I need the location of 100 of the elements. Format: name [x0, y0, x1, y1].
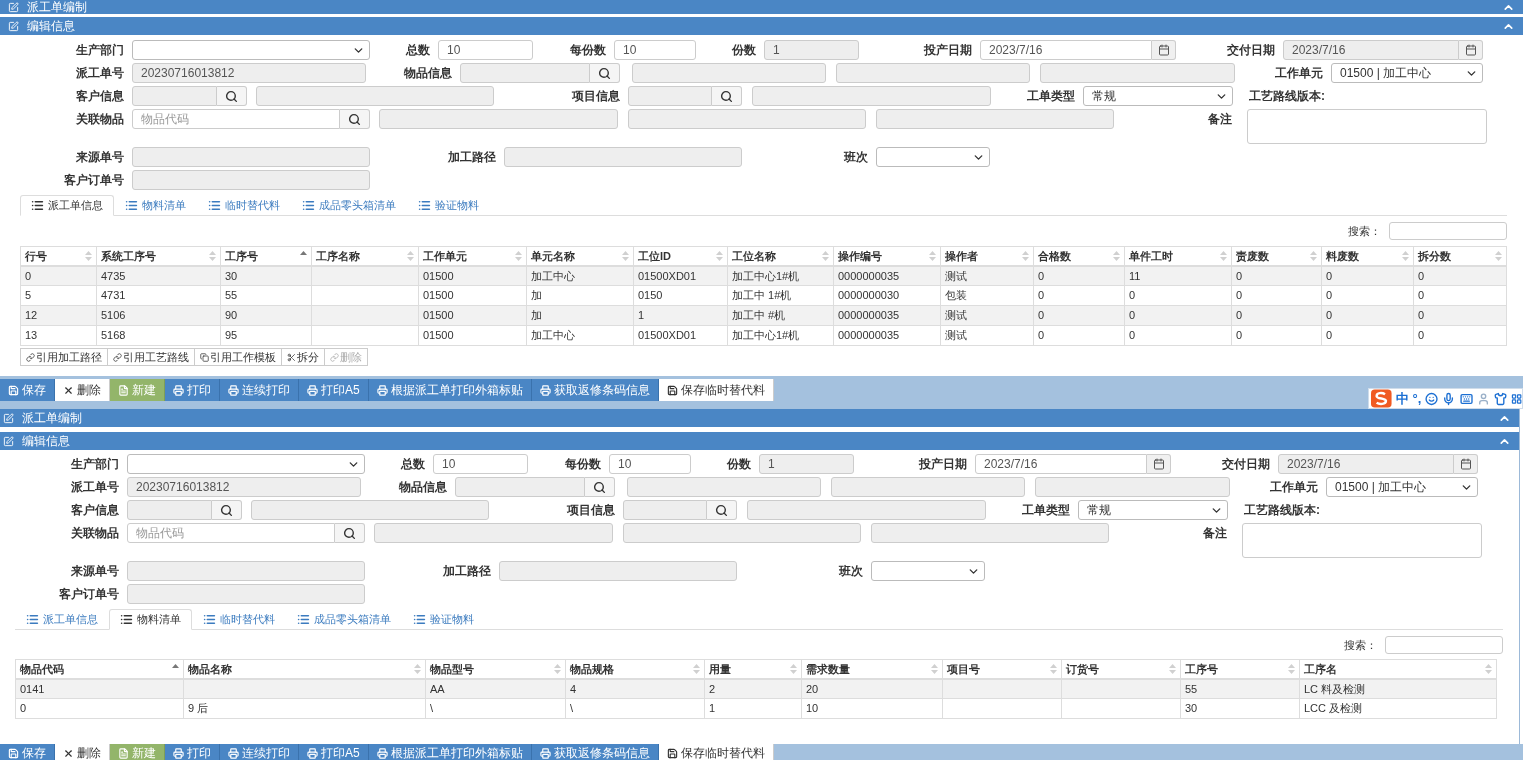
- text-field[interactable]: [747, 500, 986, 520]
- tab[interactable]: 验证物料: [402, 609, 485, 630]
- search-button[interactable]: [585, 477, 615, 497]
- text-field[interactable]: [628, 109, 866, 129]
- text-field[interactable]: 1: [764, 40, 859, 60]
- date-field[interactable]: 2023/7/16: [975, 454, 1147, 474]
- text-field[interactable]: [251, 500, 489, 520]
- column-header[interactable]: 单元名称: [526, 246, 634, 266]
- lookup-field[interactable]: [127, 500, 212, 520]
- text-field[interactable]: [256, 86, 494, 106]
- dropdown[interactable]: 01500 | 加工中心: [1326, 477, 1478, 497]
- tab[interactable]: 派工单信息: [15, 609, 109, 630]
- tab[interactable]: 成品零头箱清单: [291, 195, 407, 216]
- search-button[interactable]: [212, 500, 242, 520]
- calendar-button[interactable]: [1152, 40, 1176, 60]
- column-header[interactable]: 工作单元: [418, 246, 527, 266]
- dropdown[interactable]: [127, 454, 365, 474]
- search-field[interactable]: [1389, 222, 1507, 240]
- search-button[interactable]: [217, 86, 247, 106]
- text-field[interactable]: 20230716013812: [127, 477, 361, 497]
- tab[interactable]: 验证物料: [407, 195, 490, 216]
- search-field[interactable]: [1385, 636, 1503, 654]
- column-header[interactable]: 用量: [704, 659, 802, 679]
- text-field[interactable]: [623, 523, 861, 543]
- input-mode-toggle[interactable]: °,: [1412, 388, 1422, 409]
- column-header[interactable]: 合格数: [1033, 246, 1125, 266]
- text-field[interactable]: [132, 170, 370, 190]
- notes-field[interactable]: [1247, 109, 1487, 144]
- text-field[interactable]: [836, 63, 1030, 83]
- text-field[interactable]: [127, 561, 365, 581]
- dropdown[interactable]: [876, 147, 990, 167]
- dropdown[interactable]: [132, 40, 370, 60]
- toolbar-button[interactable]: 连续打印: [220, 744, 299, 760]
- column-header[interactable]: 物品型号: [425, 659, 566, 679]
- search-button[interactable]: [712, 86, 742, 106]
- toolbar-button[interactable]: 获取返修条码信息: [531, 379, 659, 401]
- text-field[interactable]: [504, 147, 742, 167]
- column-header[interactable]: 物品代码: [15, 659, 184, 679]
- column-header[interactable]: 工序号: [1180, 659, 1300, 679]
- lookup-field[interactable]: [455, 477, 585, 497]
- lookup-field[interactable]: [460, 63, 590, 83]
- dropdown[interactable]: [871, 561, 985, 581]
- text-field[interactable]: 10: [614, 40, 696, 60]
- toolbar-button[interactable]: 打印: [165, 744, 220, 760]
- text-field[interactable]: [127, 584, 365, 604]
- tab[interactable]: 临时替代料: [197, 195, 291, 216]
- action-button[interactable]: 引用工作模板: [194, 348, 282, 366]
- column-header[interactable]: 责废数: [1231, 246, 1322, 266]
- toolbar-button[interactable]: 打印: [165, 379, 220, 401]
- toolbar-button[interactable]: 打印A5: [299, 744, 369, 760]
- tab[interactable]: 临时替代料: [192, 609, 286, 630]
- date-field[interactable]: 2023/7/16: [1278, 454, 1454, 474]
- column-header[interactable]: 物品规格: [565, 659, 705, 679]
- toolbar-button[interactable]: 保存临时替代料: [658, 744, 774, 760]
- toolbar-button[interactable]: 删除: [55, 744, 110, 760]
- text-field[interactable]: [627, 477, 821, 497]
- calendar-button[interactable]: [1459, 40, 1483, 60]
- notes-field[interactable]: [1242, 523, 1482, 558]
- column-header[interactable]: 工位名称: [727, 246, 834, 266]
- calendar-button[interactable]: [1454, 454, 1478, 474]
- grid-icon[interactable]: [1510, 392, 1522, 405]
- column-header[interactable]: 工序名称: [311, 246, 419, 266]
- tab[interactable]: 物料清单: [114, 195, 197, 216]
- search-button[interactable]: [707, 500, 737, 520]
- column-header[interactable]: 行号: [20, 246, 97, 266]
- column-header[interactable]: 项目号: [942, 659, 1062, 679]
- user-icon[interactable]: [1476, 391, 1490, 406]
- shirt-icon[interactable]: [1493, 391, 1507, 406]
- lookup-field[interactable]: [623, 500, 707, 520]
- dropdown[interactable]: 01500 | 加工中心: [1331, 63, 1483, 83]
- action-button[interactable]: 引用工艺路线: [107, 348, 195, 366]
- text-field[interactable]: [831, 477, 1025, 497]
- toolbar-button[interactable]: 保存临时替代料: [658, 379, 774, 401]
- section-header[interactable]: 编辑信息: [0, 432, 1519, 450]
- column-header[interactable]: 需求数量: [801, 659, 943, 679]
- tab[interactable]: 派工单信息: [20, 195, 114, 216]
- dropdown[interactable]: 常规: [1083, 86, 1233, 106]
- text-field[interactable]: [132, 147, 370, 167]
- action-button[interactable]: 拆分: [281, 348, 325, 366]
- text-field[interactable]: [1035, 477, 1230, 497]
- text-field[interactable]: [752, 86, 991, 106]
- toolbar-button[interactable]: 保存: [0, 379, 55, 401]
- text-field[interactable]: [499, 561, 737, 581]
- panel-header[interactable]: 派工单编制: [0, 0, 1523, 14]
- date-field[interactable]: 2023/7/16: [980, 40, 1152, 60]
- dropdown[interactable]: 常规: [1078, 500, 1228, 520]
- toolbar-button[interactable]: 根据派工单打印外箱标贴: [368, 379, 532, 401]
- text-field[interactable]: [876, 109, 1114, 129]
- toolbar-button[interactable]: 保存: [0, 744, 55, 760]
- calendar-button[interactable]: [1147, 454, 1171, 474]
- lookup-field[interactable]: [132, 86, 217, 106]
- panel-header[interactable]: 派工单编制: [0, 409, 1519, 427]
- text-field[interactable]: 10: [433, 454, 528, 474]
- text-field[interactable]: 20230716013812: [132, 63, 366, 83]
- text-field[interactable]: [379, 109, 618, 129]
- tab[interactable]: 成品零头箱清单: [286, 609, 402, 630]
- search-button[interactable]: [590, 63, 620, 83]
- column-header[interactable]: 拆分数: [1413, 246, 1507, 266]
- keyboard-icon[interactable]: [1459, 391, 1473, 406]
- text-field[interactable]: [374, 523, 613, 543]
